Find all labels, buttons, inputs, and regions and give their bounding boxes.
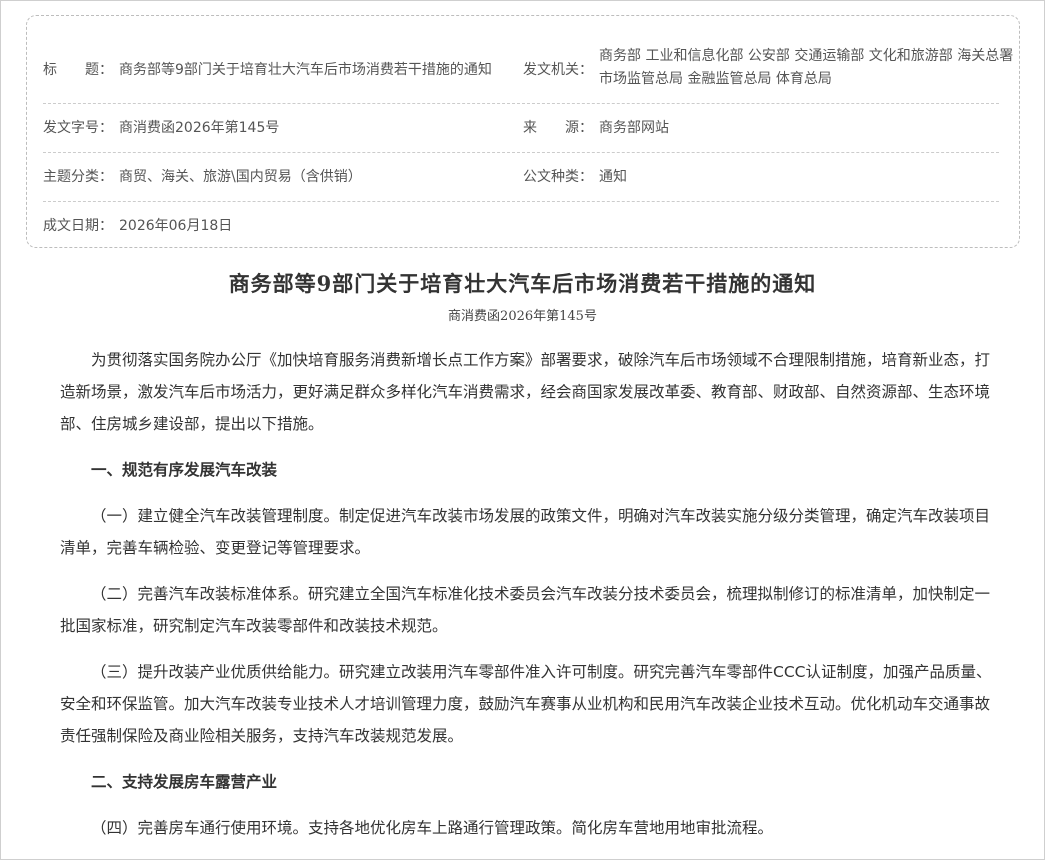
meta-docno-value: 商消费函2026年第145号	[119, 120, 280, 136]
paragraph-item-1: （一）建立健全汽车改装管理制度。制定促进汽车改装市场发展的政策文件，明确对汽车改…	[60, 507, 991, 557]
meta-type-value: 通知	[599, 169, 627, 185]
meta-row-subject: 主题分类： 商贸、海关、旅游\国内贸易（含供销） 公文种类： 通知	[43, 152, 999, 202]
meta-issuer: 发文机关： 商务部 工业和信息化部 公安部 交通运输部 文化和旅游部 海关总署 …	[523, 16, 1021, 103]
meta-date-label: 成文日期：	[43, 218, 113, 234]
meta-subject-label: 主题分类：	[43, 169, 113, 185]
meta-row-date: 成文日期： 2026年06月18日	[43, 201, 999, 248]
meta-docno-label: 发文字号：	[43, 120, 113, 136]
meta-type-label: 公文种类：	[523, 169, 593, 185]
paragraph-item-2: （二）完善汽车改装标准体系。研究建立全国汽车标准化技术委员会汽车改装分技术委员会…	[60, 585, 991, 635]
meta-issuer-label: 发文机关：	[523, 62, 593, 78]
paragraph-intro: 为贯彻落实国务院办公厅《加快培育服务消费新增长点工作方案》部署要求，破除汽车后市…	[60, 351, 991, 433]
meta-title-label: 标 题：	[43, 62, 113, 78]
section-heading-2: 二、支持发展房车露营产业	[91, 773, 278, 791]
meta-source-value: 商务部网站	[599, 120, 669, 136]
document-body: 为贯彻落实国务院办公厅《加快培育服务消费新增长点工作方案》部署要求，破除汽车后市…	[60, 344, 992, 858]
meta-date-value: 2026年06月18日	[119, 218, 233, 234]
document-number: 商消费函2026年第145号	[448, 309, 597, 324]
section-heading-1: 一、规范有序发展汽车改装	[91, 461, 278, 479]
meta-title-value: 商务部等9部门关于培育壮大汽车后市场消费若干措施的通知	[119, 62, 492, 78]
meta-docno: 发文字号： 商消费函2026年第145号	[43, 103, 523, 152]
meta-source: 来 源： 商务部网站	[523, 103, 1021, 152]
meta-row-docno: 发文字号： 商消费函2026年第145号 来 源： 商务部网站	[43, 103, 999, 153]
meta-date: 成文日期： 2026年06月18日	[43, 201, 523, 248]
paragraph-item-3: （三）提升改装产业优质供给能力。研究建立改装用汽车零部件准入许可制度。研究完善汽…	[60, 663, 992, 745]
meta-subject: 主题分类： 商贸、海关、旅游\国内贸易（含供销）	[43, 152, 523, 201]
document-title: 商务部等9部门关于培育壮大汽车后市场消费若干措施的通知	[228, 271, 817, 296]
document-metadata-box: 标 题： 商务部等9部门关于培育壮大汽车后市场消费若干措施的通知 发文机关： 商…	[26, 15, 1020, 248]
meta-issuer-value: 商务部 工业和信息化部 公安部 交通运输部 文化和旅游部 海关总署 市场监管总局…	[599, 48, 1014, 87]
meta-type: 公文种类： 通知	[523, 152, 1021, 201]
paragraph-item-4: （四）完善房车通行使用环境。支持各地优化房车上路通行管理政策。简化房车营地用地审…	[91, 819, 774, 837]
meta-subject-value: 商贸、海关、旅游\国内贸易（含供销）	[119, 169, 362, 185]
meta-row-title: 标 题： 商务部等9部门关于培育壮大汽车后市场消费若干措施的通知 发文机关： 商…	[43, 16, 1013, 104]
meta-source-label: 来 源：	[523, 120, 593, 136]
meta-title: 标 题： 商务部等9部门关于培育壮大汽车后市场消费若干措施的通知	[43, 16, 523, 103]
